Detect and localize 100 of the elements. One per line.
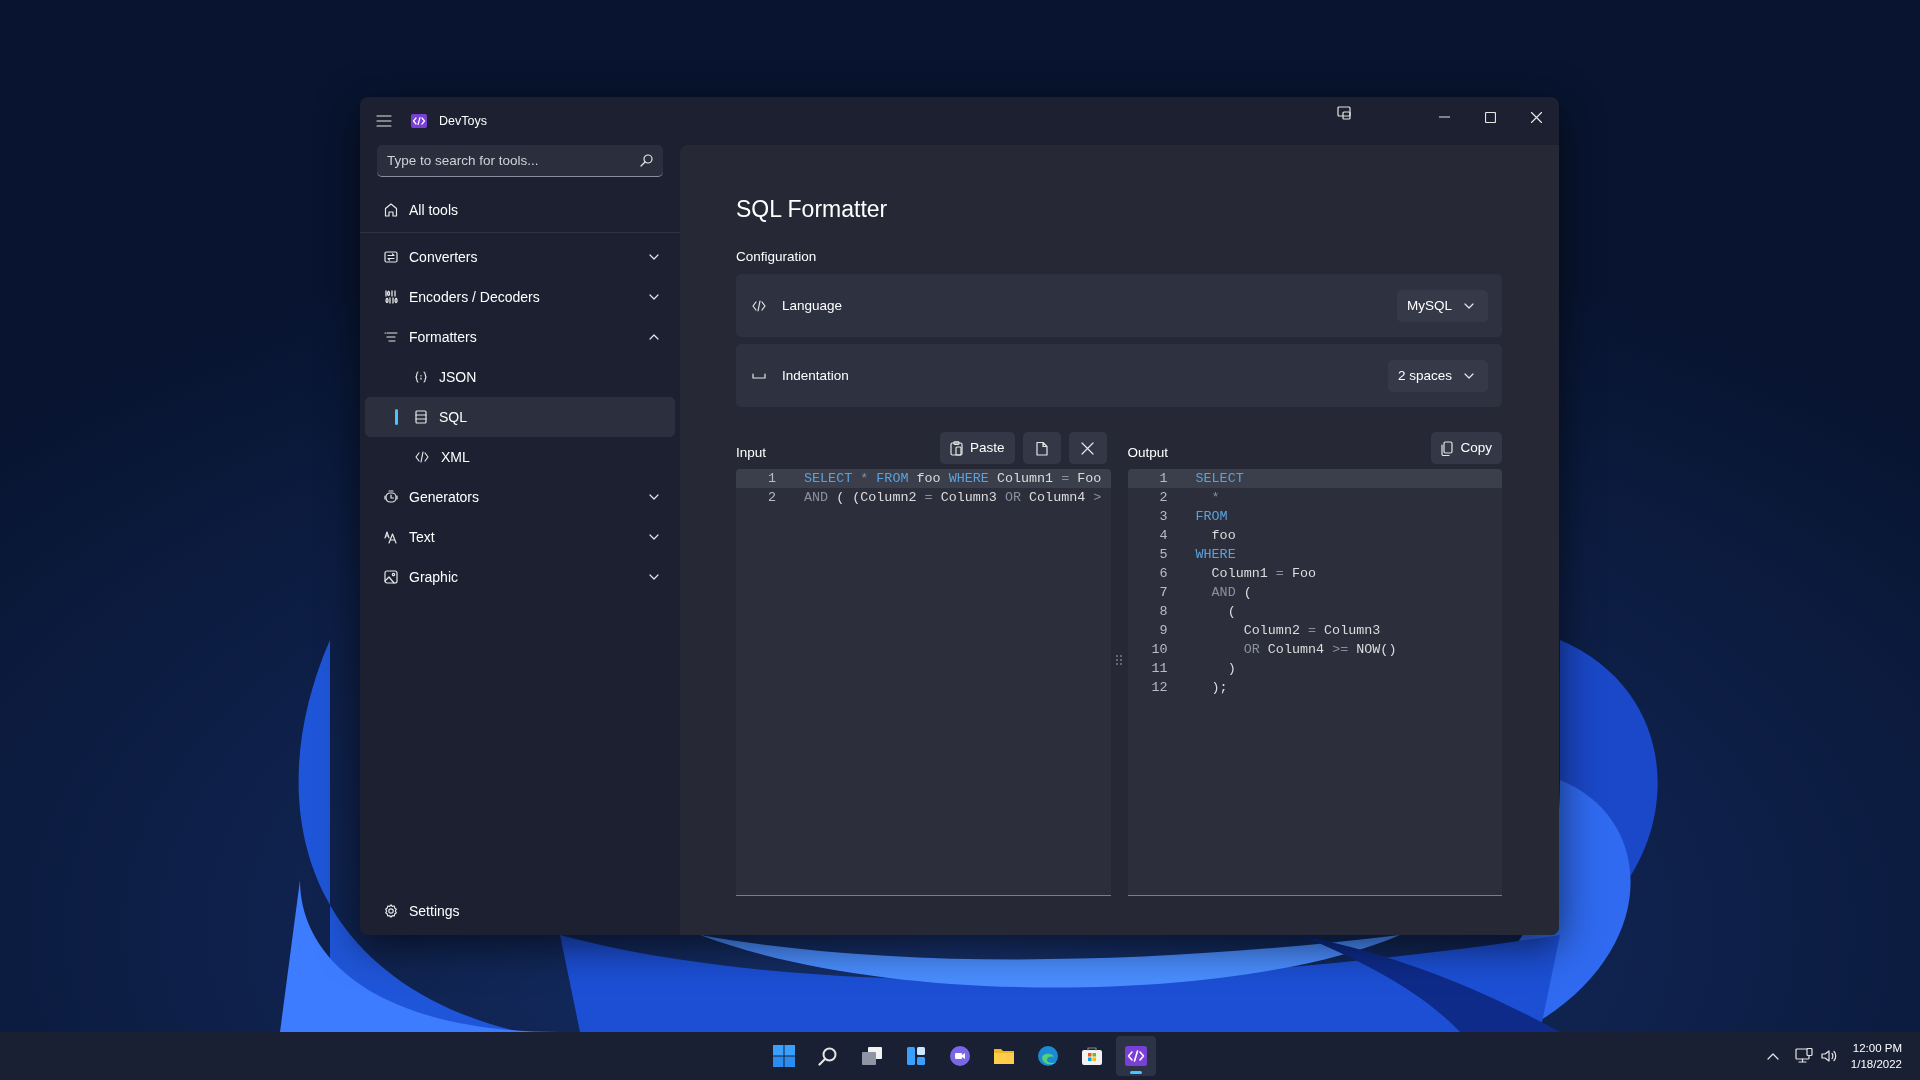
nav-item[interactable]: Converters xyxy=(365,237,675,277)
editor-label: Output xyxy=(1127,444,1169,463)
widgets-icon xyxy=(906,1046,926,1066)
format-lines-icon xyxy=(384,330,398,344)
line-number: 1 xyxy=(766,470,776,489)
chevron-down-icon xyxy=(1464,302,1474,309)
font-size-icon xyxy=(384,530,398,544)
code-line: foo xyxy=(1210,527,1236,546)
line-number: 12 xyxy=(1150,679,1168,698)
chevron-up-icon xyxy=(1766,1052,1779,1060)
line-number: 2 xyxy=(766,489,776,508)
dropdown[interactable]: MySQL xyxy=(1397,289,1488,322)
code-icon xyxy=(752,299,766,312)
line-number: 10 xyxy=(1150,641,1168,660)
section-heading: Configuration xyxy=(736,248,818,266)
code-line: SELECT xyxy=(1195,470,1244,489)
code-line: ( xyxy=(1226,603,1236,622)
clock[interactable]: 12:00 PM 1/18/2022 xyxy=(1844,1040,1908,1072)
image-icon xyxy=(384,570,398,584)
code-line: Column1 = Foo xyxy=(1210,565,1317,584)
open-file-button[interactable] xyxy=(1022,432,1061,465)
selection-indicator xyxy=(395,409,398,425)
generator-icon xyxy=(384,490,398,504)
copy-icon xyxy=(1441,440,1454,456)
code-line: AND ( xyxy=(1210,584,1252,603)
document-icon xyxy=(1035,440,1048,456)
nav-item[interactable]: Encoders / Decoders xyxy=(365,277,675,317)
line-number: 2 xyxy=(1158,489,1168,508)
search-icon xyxy=(818,1046,838,1066)
store-bag-icon xyxy=(1081,1046,1103,1066)
setting-label: Language xyxy=(782,296,844,315)
code-editor[interactable]: 1 SELECT * FROM foo WHERE Column1 = Foo 2 AND ( (Column2 = Column3 OR Column4 > xyxy=(736,469,1111,896)
nav-item[interactable]: SQL xyxy=(365,397,675,437)
setting-label: Indentation xyxy=(782,366,850,385)
menu-icon xyxy=(376,115,392,127)
chevron-down-icon xyxy=(1464,372,1474,379)
copy-button[interactable]: Copy xyxy=(1431,432,1502,465)
code-editor[interactable]: 1 SELECT 2 * 3 FROM 4 foo 5 WHERE 6 Column1 = Foo 7 AND ( 8 ( 9 Column2 = Column3 10 OR Column4 >= NOW() 11 ) 12 ); xyxy=(1127,469,1502,896)
chevron-down-icon xyxy=(649,294,659,300)
window-title: DevToys xyxy=(439,112,487,130)
nav-item[interactable]: Text xyxy=(365,517,675,557)
nav-item[interactable]: Generators xyxy=(365,477,675,517)
binary-icon xyxy=(384,290,398,304)
close-icon xyxy=(1081,441,1094,455)
code-line: Column2 = Column3 xyxy=(1242,622,1381,641)
minimize-icon xyxy=(1438,116,1450,118)
close-icon xyxy=(1530,111,1542,123)
clipboard-icon xyxy=(949,440,963,456)
paste-button[interactable]: Paste xyxy=(939,432,1015,465)
compact-overlay-icon xyxy=(1337,106,1351,120)
clock-time: 12:00 PM xyxy=(1852,1041,1902,1056)
browser-icon xyxy=(1037,1045,1059,1067)
start-icon xyxy=(773,1045,795,1067)
table-icon xyxy=(415,410,427,424)
splitter-grip-icon[interactable] xyxy=(1116,655,1122,666)
code-line: SELECT * FROM foo WHERE Column1 = Foo xyxy=(804,470,1102,489)
clear-button[interactable] xyxy=(1068,432,1107,465)
chevron-down-icon xyxy=(649,534,659,540)
line-number: 9 xyxy=(1158,622,1168,641)
video-chat-icon xyxy=(949,1045,971,1067)
code-line: ); xyxy=(1210,679,1228,698)
code-line: AND ( (Column2 = Column3 OR Column4 > xyxy=(804,489,1102,508)
nav-item[interactable]: Graphic xyxy=(365,557,675,597)
code-window-icon xyxy=(1125,1046,1147,1066)
code-line: ) xyxy=(1226,660,1236,679)
home-icon xyxy=(384,203,398,217)
nav-item[interactable]: All tools xyxy=(365,190,675,230)
chevron-down-icon xyxy=(649,494,659,500)
code-line: FROM xyxy=(1195,508,1228,527)
nav-item[interactable]: XML xyxy=(365,437,675,477)
volume-icon xyxy=(1820,1049,1837,1063)
code-icon xyxy=(415,451,429,463)
clock-date: 1/18/2022 xyxy=(1850,1057,1902,1072)
dropdown[interactable]: 2 spaces xyxy=(1387,359,1488,392)
chevron-up-icon xyxy=(649,334,659,340)
braces-icon xyxy=(415,371,427,383)
search-icon xyxy=(640,154,653,167)
chevron-down-icon xyxy=(649,254,659,260)
chevron-down-icon xyxy=(649,574,659,580)
line-number: 3 xyxy=(1158,508,1168,527)
code-line: OR Column4 >= NOW() xyxy=(1242,641,1397,660)
code-line: WHERE xyxy=(1195,546,1236,565)
line-number: 7 xyxy=(1158,584,1168,603)
line-number: 4 xyxy=(1158,527,1168,546)
line-number: 5 xyxy=(1158,546,1168,565)
search-field[interactable]: Type to search for tools... xyxy=(377,145,663,177)
nav-item[interactable]: Formatters xyxy=(365,317,675,357)
taskbar-app[interactable] xyxy=(1116,1036,1156,1076)
maximize-icon xyxy=(1484,111,1496,123)
converter-icon xyxy=(384,250,398,264)
network-icon xyxy=(1794,1048,1813,1064)
app-logo-icon xyxy=(411,114,427,128)
page-title: SQL Formatter xyxy=(736,195,889,223)
settings-icon xyxy=(384,904,398,918)
folder-icon xyxy=(993,1047,1015,1065)
nav-item[interactable]: Settings xyxy=(365,891,675,931)
nav-item[interactable]: JSON xyxy=(365,357,675,397)
line-number: 8 xyxy=(1158,603,1168,622)
overlapping-windows-icon xyxy=(861,1046,883,1066)
line-number: 1 xyxy=(1158,470,1168,489)
